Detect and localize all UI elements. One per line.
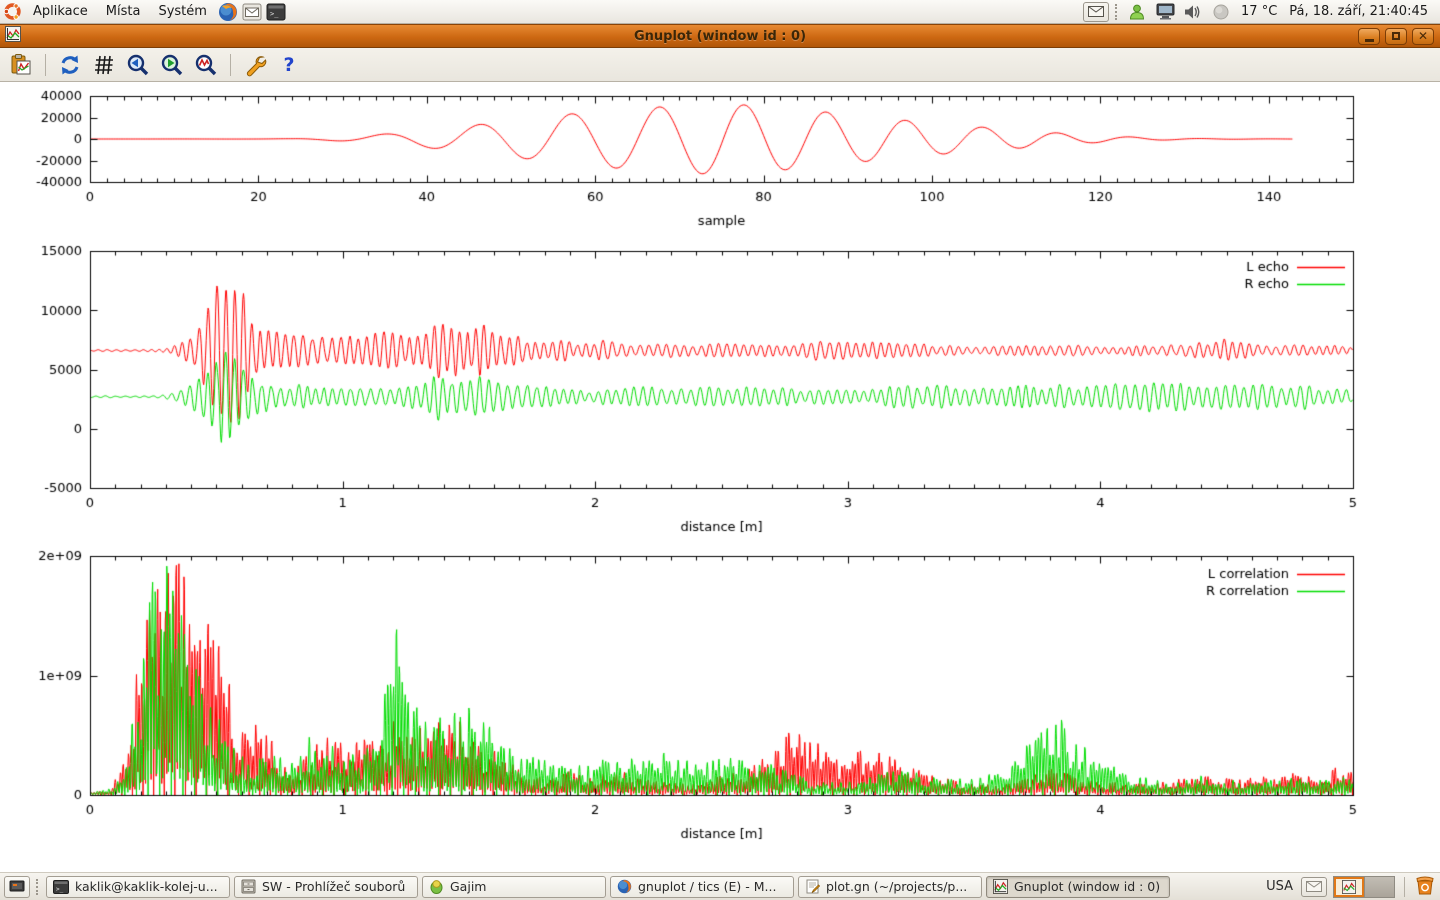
user-switcher-icon[interactable]	[1126, 1, 1148, 23]
refresh-icon[interactable]	[57, 52, 83, 78]
weather-icon[interactable]	[1210, 1, 1232, 23]
maximize-button[interactable]	[1385, 28, 1407, 45]
tray-mail-icon[interactable]	[1083, 2, 1109, 22]
keyboard-layout-indicator[interactable]: USA	[1264, 879, 1295, 894]
svg-text:>_: >_	[270, 10, 279, 18]
task-terminal[interactable]: >_ kaklik@kaklik-kolej-u...	[46, 876, 230, 898]
terminal-icon: >_	[53, 880, 69, 894]
gnuplot-window-icon	[5, 26, 21, 46]
task-label: plot.gn (~/projects/p...	[826, 879, 967, 894]
gnuplot-icon	[1342, 880, 1356, 894]
taskbar-handle[interactable]	[36, 879, 40, 895]
copy-plot-icon[interactable]	[8, 52, 34, 78]
toolbar-separator	[45, 54, 46, 76]
file-manager-icon	[241, 879, 256, 894]
help-icon[interactable]: ?	[276, 52, 302, 78]
grid-icon[interactable]	[91, 52, 117, 78]
settings-wrench-icon[interactable]	[242, 52, 268, 78]
terminal-launcher-icon[interactable]: >_	[265, 1, 287, 23]
task-label: Gajim	[450, 879, 486, 894]
menu-applications[interactable]: Aplikace	[24, 0, 97, 24]
minimize-button[interactable]	[1358, 28, 1380, 45]
trash-icon[interactable]	[1414, 874, 1436, 899]
maximize-icon	[1392, 32, 1400, 40]
menu-system[interactable]: Systém	[149, 0, 215, 24]
gnuplot-window-titlebar[interactable]: Gnuplot (window id : 0) ✕	[0, 24, 1440, 48]
desktop: Aplikace Místa Systém >_	[0, 0, 1440, 900]
temperature-indicator[interactable]: 17 °C	[1237, 4, 1281, 19]
tray-handle[interactable]	[1115, 4, 1119, 20]
gnuplot-toolbar: ?	[0, 48, 1440, 82]
minimize-icon	[1365, 39, 1374, 42]
gajim-icon	[429, 879, 444, 894]
workspace-switcher	[1333, 876, 1395, 898]
window-title: Gnuplot (window id : 0)	[0, 29, 1440, 44]
task-gajim[interactable]: Gajim	[422, 876, 606, 898]
text-editor-icon	[805, 879, 820, 894]
zoom-previous-icon[interactable]	[125, 52, 151, 78]
volume-icon[interactable]	[1182, 1, 1204, 23]
task-firefox[interactable]: gnuplot / tics (E) - M...	[610, 876, 794, 898]
task-label: kaklik@kaklik-kolej-u...	[75, 879, 218, 894]
gnuplot-plot-area	[0, 82, 1440, 872]
task-label: gnuplot / tics (E) - M...	[638, 879, 776, 894]
task-label: Gnuplot (window id : 0)	[1014, 879, 1160, 894]
mail-launcher-icon[interactable]	[241, 1, 263, 23]
taskbar-mail-icon[interactable]	[1301, 877, 1327, 897]
menu-places[interactable]: Místa	[97, 0, 150, 24]
firefox-launcher-icon[interactable]	[217, 1, 239, 23]
task-label: SW - Prohlížeč souborů	[262, 879, 405, 894]
close-button[interactable]: ✕	[1412, 28, 1434, 45]
task-text-editor[interactable]: plot.gn (~/projects/p...	[798, 876, 982, 898]
task-file-manager[interactable]: SW - Prohlížeč souborů	[234, 876, 418, 898]
gnuplot-icon	[993, 879, 1008, 894]
task-gnuplot[interactable]: Gnuplot (window id : 0)	[986, 876, 1170, 898]
show-desktop-button[interactable]	[4, 876, 30, 898]
zoom-next-icon[interactable]	[159, 52, 185, 78]
ubuntu-logo-icon[interactable]	[1, 1, 23, 23]
gnome-top-panel: Aplikace Místa Systém >_	[0, 0, 1440, 24]
workspace-1[interactable]	[1334, 877, 1364, 897]
display-settings-icon[interactable]	[1154, 1, 1176, 23]
firefox-icon	[617, 879, 632, 894]
bottom-taskbar: >_ kaklik@kaklik-kolej-u... SW - Prohlíž…	[0, 872, 1440, 900]
svg-text:>_: >_	[56, 886, 64, 893]
toolbar-separator	[230, 54, 231, 76]
panel-clock[interactable]: Pá, 18. září, 21:40:45	[1285, 4, 1432, 19]
workspace-2[interactable]	[1364, 877, 1394, 897]
close-icon: ✕	[1418, 30, 1428, 42]
plot-canvas[interactable]	[0, 82, 1440, 872]
unzoom-icon[interactable]	[193, 52, 219, 78]
taskbar-separator	[1404, 877, 1405, 897]
